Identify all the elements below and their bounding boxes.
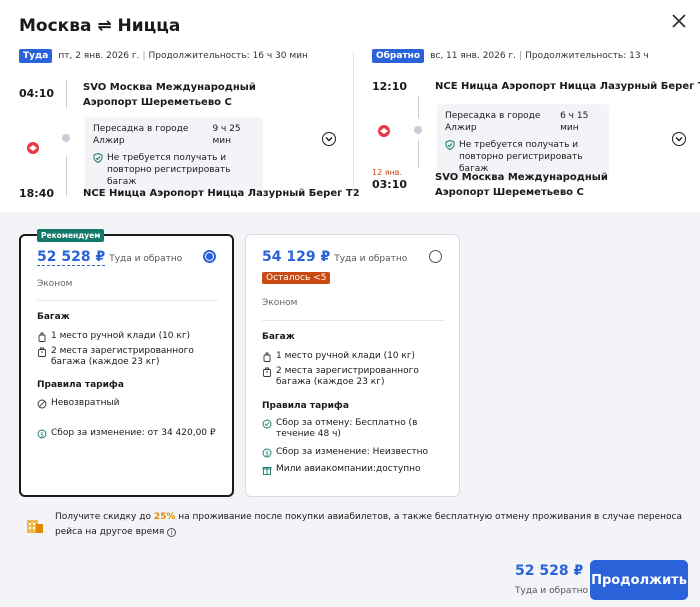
promo-text: Получите скидку до 25% на проживание пос… — [55, 512, 682, 537]
total-price-sub: Туда и обратно — [515, 586, 589, 596]
fare1-price-row: 52 528 ₽ Туда и обратно — [37, 249, 183, 266]
fare1-class: Эконом — [37, 279, 73, 289]
fare1-baggage-title: Багаж — [37, 312, 70, 322]
inbound-meta: вс, 11 янв. 2026 г. | Продолжительность: 1… — [430, 51, 649, 61]
no-refund-icon — [37, 399, 47, 409]
fare2-price: 54 129 ₽ — [262, 249, 331, 265]
fare2-price-row: 54 129 ₽ Туда и обратно — [262, 249, 408, 265]
fare2-checked-baggage: 2 места зарегистрированного багажа (кажд… — [262, 366, 447, 388]
fare1-refund: Невозвратный — [37, 398, 217, 409]
fare2-miles: Мили авиакомпании:доступно — [262, 464, 447, 475]
outbound-header: Туда пт, 2 янв. 2026 г. | Продолжительност… — [19, 49, 308, 63]
outbound-dep-airport: SVO Москва Международный Аэропорт Шереме… — [83, 82, 256, 108]
total-price: 52 528 ₽ — [515, 563, 584, 579]
hotel-promo-icon — [27, 520, 43, 533]
fare1-checked-baggage: 2 места зарегистрированного багажа (кажд… — [37, 346, 217, 368]
route-line — [418, 140, 419, 168]
fare2-class: Эконом — [262, 298, 298, 308]
inbound-dep-airport: NCE Ницца Аэропорт Ницца Лазурный Берег … — [435, 81, 700, 92]
inbound-header: Обратно вс, 11 янв. 2026 г. | Продолжитель… — [372, 49, 649, 63]
gift-icon — [262, 467, 272, 475]
promo-percent: 25% — [153, 512, 176, 522]
fare2-cancel-fee: Сбор за отмену: Бесплатно (в течение 48 … — [262, 418, 447, 440]
inbound-arr-date: 12 янв. — [372, 168, 403, 177]
carry-on-icon — [263, 352, 271, 362]
check-circle-icon — [262, 419, 272, 429]
page-title: Москва ⇌ Ницца — [19, 16, 180, 36]
fare2-radio[interactable] — [429, 250, 442, 263]
airline-logo-icon — [378, 125, 390, 137]
title-from: Москва — [19, 16, 92, 36]
route-dot — [414, 126, 422, 134]
outbound-arr-time: 18:40 — [19, 187, 55, 200]
luggage-icon — [38, 347, 46, 357]
svg-text:$: $ — [265, 450, 269, 457]
route-line — [66, 80, 67, 108]
inbound-dep-time: 12:10 — [372, 80, 408, 93]
outbound-expand-button[interactable] — [322, 132, 336, 146]
route-line — [418, 96, 419, 118]
outbound-transfer-box: Пересадка в городе Алжир 9 ч 25 мин Не тр… — [85, 117, 263, 194]
fare2-rules-title: Правила тарифа — [262, 401, 349, 411]
carry-on-icon — [38, 332, 46, 342]
airline-logo-icon — [27, 142, 39, 154]
luggage-icon — [263, 367, 271, 377]
outbound-arr-airport: NCE Ницца Аэропорт Ницца Лазурный Берег … — [83, 188, 360, 199]
legs-divider — [353, 52, 354, 200]
inbound-arr-airport: SVO Москва Международный Аэропорт Шереме… — [435, 172, 608, 198]
route-line — [66, 156, 67, 196]
outbound-badge: Туда — [19, 49, 53, 63]
money-icon: $ — [262, 448, 272, 458]
seats-left-badge: Осталось <5 — [262, 272, 331, 284]
title-to: Ницца — [117, 16, 181, 36]
shield-check-icon — [93, 153, 103, 163]
inbound-arr-time: 03:10 — [372, 178, 408, 191]
fare1-radio[interactable] — [203, 250, 216, 263]
fare1-rules-title: Правила тарифа — [37, 380, 124, 390]
info-icon[interactable]: i — [167, 528, 177, 537]
swap-arrow-icon: ⇌ — [97, 16, 112, 36]
inbound-expand-button[interactable] — [672, 132, 686, 146]
fare1-change-fee: $ Сбор за изменение: от 34 420,00 ₽ — [37, 428, 222, 439]
outbound-dep-time: 04:10 — [19, 87, 55, 100]
divider — [37, 300, 218, 301]
outbound-meta: пт, 2 янв. 2026 г. | Продолжительность: 16… — [58, 51, 308, 61]
route-dot — [62, 134, 70, 142]
inbound-badge: Обратно — [372, 49, 425, 63]
close-button[interactable] — [668, 10, 690, 32]
divider — [262, 320, 444, 321]
fare2-carry-on: 1 место ручной клади (10 кг) — [262, 351, 447, 362]
svg-text:$: $ — [40, 431, 44, 438]
fare1-price: 52 528 ₽ — [37, 249, 106, 266]
fare1-carry-on: 1 место ручной клади (10 кг) — [37, 331, 217, 342]
money-icon: $ — [37, 429, 47, 439]
chevron-down-icon — [675, 137, 683, 142]
chevron-down-icon — [325, 137, 333, 142]
close-icon — [672, 14, 686, 28]
shield-check-icon — [445, 140, 455, 150]
recommended-badge: Рекомендуем — [37, 229, 105, 242]
continue-button[interactable]: Продолжить — [590, 560, 688, 600]
fare2-baggage-title: Багаж — [262, 332, 295, 342]
fare2-change-fee: $ Сбор за изменение: Неизвестно — [262, 447, 447, 458]
